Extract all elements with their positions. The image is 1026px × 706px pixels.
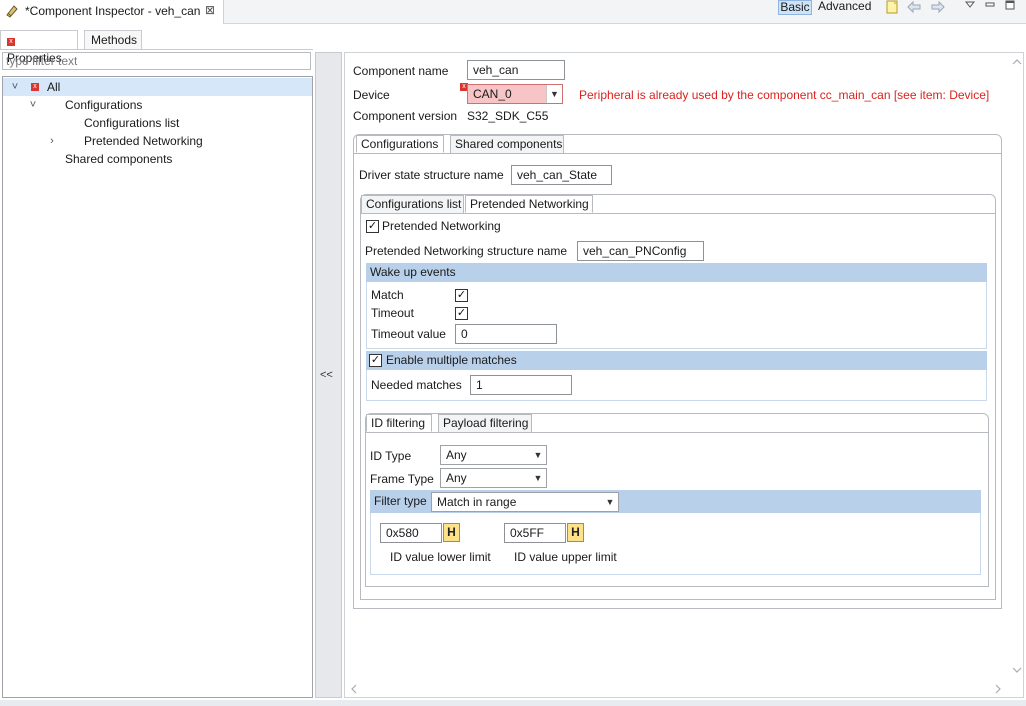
match-label: Match [371, 288, 404, 302]
basic-mode-button[interactable]: Basic [778, 0, 812, 15]
upper-hex-button[interactable]: H [567, 523, 584, 542]
pn-struct-label: Pretended Networking structure name [365, 244, 568, 258]
tab-payload-filtering[interactable]: Payload filtering [438, 414, 532, 432]
chevron-down-icon[interactable]: ▼ [602, 493, 618, 511]
tab-configurations[interactable]: Configurations [356, 135, 444, 153]
tab-shared-components[interactable]: Shared components [450, 135, 564, 153]
collapse-panel-button[interactable]: << [315, 52, 342, 698]
tab-methods[interactable]: Methods [84, 30, 142, 50]
pn-struct-input[interactable]: veh_can_PNConfig [577, 241, 704, 261]
wakeup-events-header: Wake up events [366, 263, 987, 282]
outer-tab-folder: Configurations Shared components Driver … [353, 134, 1002, 609]
tree-item-label: All [47, 80, 61, 94]
tab-configurations-list[interactable]: Configurations list [361, 195, 464, 213]
tree-item-pretended-networking[interactable]: › Pretended Networking [3, 132, 312, 150]
frame-type-select[interactable]: Any ▼ [440, 468, 547, 488]
filter-type-label: Filter type [374, 494, 427, 508]
tree-item-configurations[interactable]: ˅ Configurations [3, 96, 312, 114]
chevron-down-icon[interactable]: ▼ [530, 446, 546, 464]
close-tab-icon[interactable]: ⊠ [205, 3, 215, 17]
maximize-icon[interactable] [1002, 0, 1018, 14]
inner-tab-folder: Configurations list Pretended Networking… [360, 194, 996, 600]
lower-limit-input[interactable]: 0x580 [380, 523, 442, 543]
tab-properties[interactable]: xProperties [0, 30, 78, 65]
status-strip [0, 700, 1026, 706]
inspector-main: Component name veh_can Device x CAN_0 ▼ … [344, 52, 1024, 698]
tab-id-filtering[interactable]: ID filtering [366, 414, 432, 432]
needed-matches-input[interactable]: 1 [470, 375, 572, 395]
tree-item-label: Shared components [65, 152, 173, 166]
timeout-value-label: Timeout value [371, 327, 446, 341]
filter-range-body: 0x580 H 0x5FF H ID value lower limit ID … [370, 513, 981, 575]
multiple-matches-header: Enable multiple matches [366, 351, 987, 370]
filter-type-value: Match in range [437, 495, 517, 509]
lower-hex-button[interactable]: H [443, 523, 460, 542]
tab-pretended-networking[interactable]: Pretended Networking [465, 195, 593, 213]
tree-item-label: Configurations [65, 98, 143, 112]
tree-item-label: Pretended Networking [84, 134, 203, 148]
upper-limit-label: ID value upper limit [514, 550, 617, 564]
left-panel-tabs: xProperties Methods [0, 28, 312, 65]
component-name-input[interactable]: veh_can [467, 60, 565, 80]
timeout-checkbox[interactable]: ✓ [455, 307, 468, 320]
driver-state-label: Driver state structure name [359, 168, 504, 182]
timeout-label: Timeout [371, 306, 414, 320]
view-menu-icon[interactable] [962, 0, 978, 14]
pretended-networking-checkbox[interactable]: ✓ [366, 220, 379, 233]
frame-type-value: Any [446, 471, 467, 485]
id-type-label: ID Type [370, 449, 412, 463]
timeout-value-input[interactable]: 0 [455, 324, 557, 344]
match-checkbox[interactable]: ✓ [455, 289, 468, 302]
forward-arrow-icon[interactable] [930, 0, 946, 14]
frame-type-label: Frame Type [370, 472, 434, 486]
needed-matches-label: Needed matches [371, 378, 462, 392]
filter-input[interactable]: type filter text [2, 52, 311, 70]
wakeup-events-body: Match ✓ Timeout ✓ Timeout value 0 [366, 282, 987, 349]
device-error-message: Peripheral is already used by the compon… [579, 88, 990, 102]
error-icon: x [7, 38, 15, 46]
tree-item-label: Configurations list [84, 116, 180, 130]
multiple-matches-label: Enable multiple matches [386, 353, 517, 367]
filter-type-select[interactable]: Match in range ▼ [431, 492, 619, 512]
divider [0, 49, 313, 50]
component-version-label: Component version [353, 109, 458, 123]
chevron-down-icon[interactable]: ▼ [530, 469, 546, 487]
lower-limit-label: ID value lower limit [390, 550, 491, 564]
chevron-down-icon[interactable]: ▼ [546, 85, 562, 103]
component-inspector-tab[interactable]: *Component Inspector - veh_can ⊠ [0, 0, 224, 24]
multiple-matches-body: Needed matches 1 [366, 370, 987, 401]
id-type-select[interactable]: Any ▼ [440, 445, 547, 465]
chevron-down-icon[interactable]: ˅ [9, 78, 21, 96]
device-select[interactable]: CAN_0 ▼ [467, 84, 563, 104]
error-icon: x [31, 83, 39, 91]
upper-limit-input[interactable]: 0x5FF [504, 523, 566, 543]
note-icon[interactable] [884, 0, 900, 14]
component-name-label: Component name [353, 64, 449, 78]
device-value: CAN_0 [473, 87, 512, 101]
tree-item-shared-components[interactable]: Shared components [3, 150, 312, 168]
pretended-networking-label: Pretended Networking [382, 219, 501, 233]
id-type-value: Any [446, 448, 467, 462]
component-version-value: S32_SDK_C55 [467, 109, 549, 123]
component-inspector-icon [6, 5, 18, 18]
collapse-label: << [320, 369, 333, 381]
tree-item-all[interactable]: ˅ x All [3, 78, 312, 96]
chevron-right-icon[interactable]: › [46, 132, 58, 150]
tree-item-configurations-list[interactable]: Configurations list [3, 114, 312, 132]
property-tree[interactable]: ˅ x All ˅ Configurations Configurations … [2, 76, 313, 698]
horizontal-scrollbar[interactable] [344, 682, 1010, 696]
advanced-mode-button[interactable]: Advanced [818, 0, 871, 15]
driver-state-input[interactable]: veh_can_State [511, 165, 612, 185]
device-label: Device [353, 88, 390, 102]
back-arrow-icon[interactable] [906, 0, 922, 14]
chevron-down-icon[interactable]: ˅ [27, 96, 39, 114]
filter-tab-folder: ID filtering Payload filtering ID Type A… [365, 413, 989, 587]
vertical-scrollbar[interactable] [1010, 52, 1024, 698]
minimize-icon[interactable] [982, 0, 998, 14]
multiple-matches-checkbox[interactable]: ✓ [369, 354, 382, 367]
view-title: *Component Inspector - veh_can [25, 4, 201, 18]
